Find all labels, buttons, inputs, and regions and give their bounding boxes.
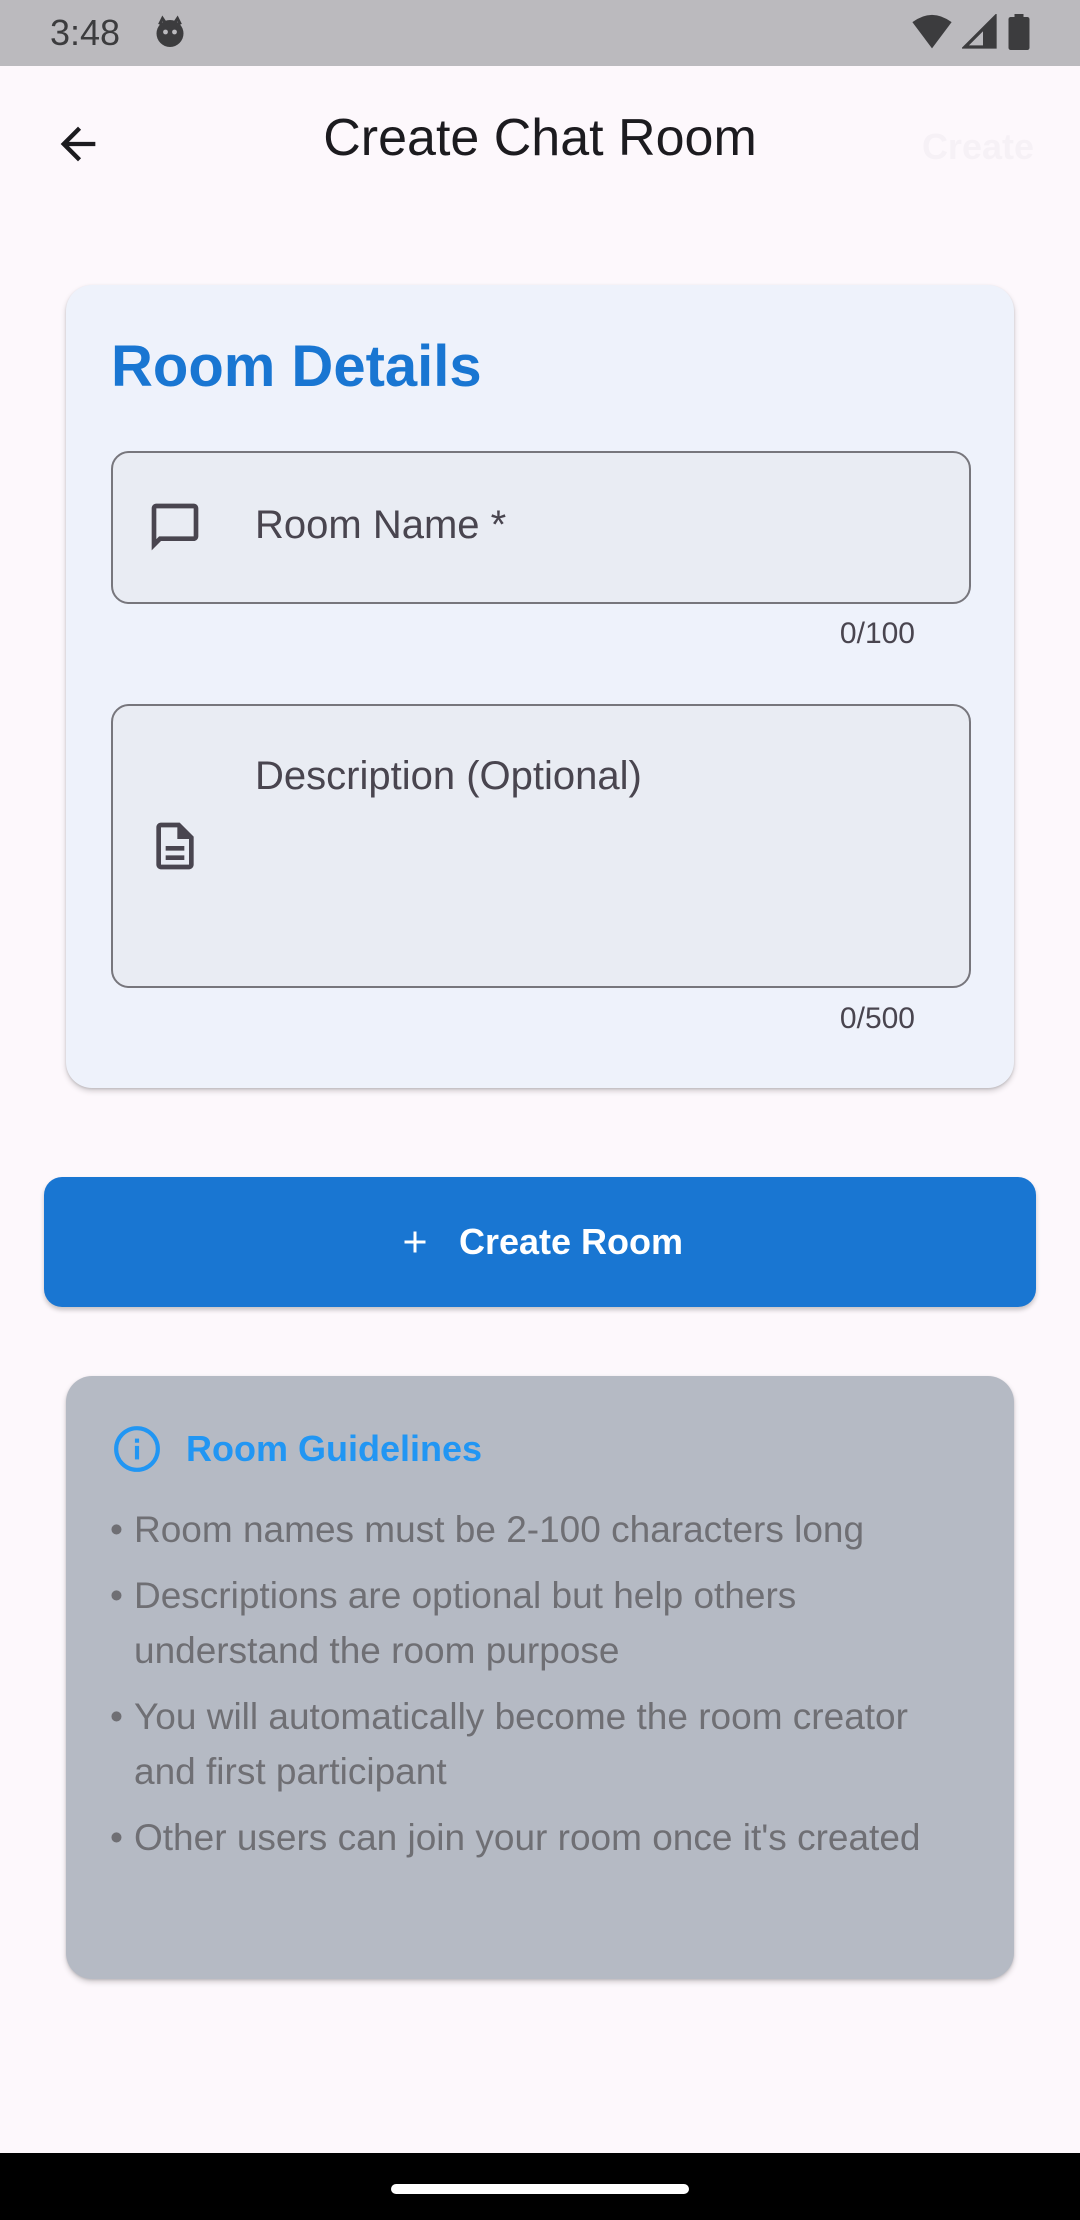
room-name-label: Room Name *	[255, 503, 507, 547]
create-room-label: Create Room	[458, 1221, 684, 1262]
description-input[interactable]: Description (Optional)	[111, 704, 971, 988]
app-bar: Create Chat Room Create	[0, 66, 1080, 220]
wifi-icon	[912, 14, 952, 49]
room-name-input[interactable]: Room Name *	[111, 451, 971, 604]
room-name-counter: 0/100	[839, 617, 915, 650]
guideline-item: Other users can join your room once it's…	[110, 1810, 960, 1865]
battery-icon	[1008, 14, 1030, 50]
guidelines-header: Room Guidelines	[112, 1424, 482, 1474]
room-guidelines-card: Room Guidelines Room names must be 2-100…	[66, 1376, 1014, 1979]
description-counter: 0/500	[839, 1002, 915, 1035]
home-gesture-handle[interactable]	[391, 2184, 689, 2194]
chat-bubble-icon	[151, 503, 199, 551]
notification-face-icon	[156, 15, 184, 47]
guidelines-list: Room names must be 2-100 characters long…	[110, 1502, 960, 1876]
guidelines-title: Room Guidelines	[186, 1428, 483, 1469]
cell-signal-icon	[962, 14, 997, 49]
room-details-card: Room Details Room Name * 0/100 Descripti…	[66, 285, 1014, 1088]
description-label: Description (Optional)	[255, 754, 642, 798]
status-time: 3:48	[50, 12, 121, 53]
status-icons	[912, 14, 1030, 50]
room-details-title: Room Details	[111, 334, 482, 399]
guideline-item: Room names must be 2-100 characters long	[110, 1502, 960, 1557]
page-title: Create Chat Room	[323, 109, 757, 167]
plus-icon	[404, 1231, 426, 1253]
guideline-item: Descriptions are optional but help other…	[110, 1568, 960, 1678]
document-icon	[156, 822, 194, 870]
navigation-bar	[0, 2153, 1080, 2220]
create-action-button[interactable]: Create	[922, 126, 1034, 168]
guideline-item: You will automatically become the room c…	[110, 1689, 960, 1799]
create-room-button[interactable]: Create Room	[44, 1177, 1036, 1307]
info-icon	[114, 1426, 160, 1472]
status-bar: 3:48	[0, 0, 1080, 66]
